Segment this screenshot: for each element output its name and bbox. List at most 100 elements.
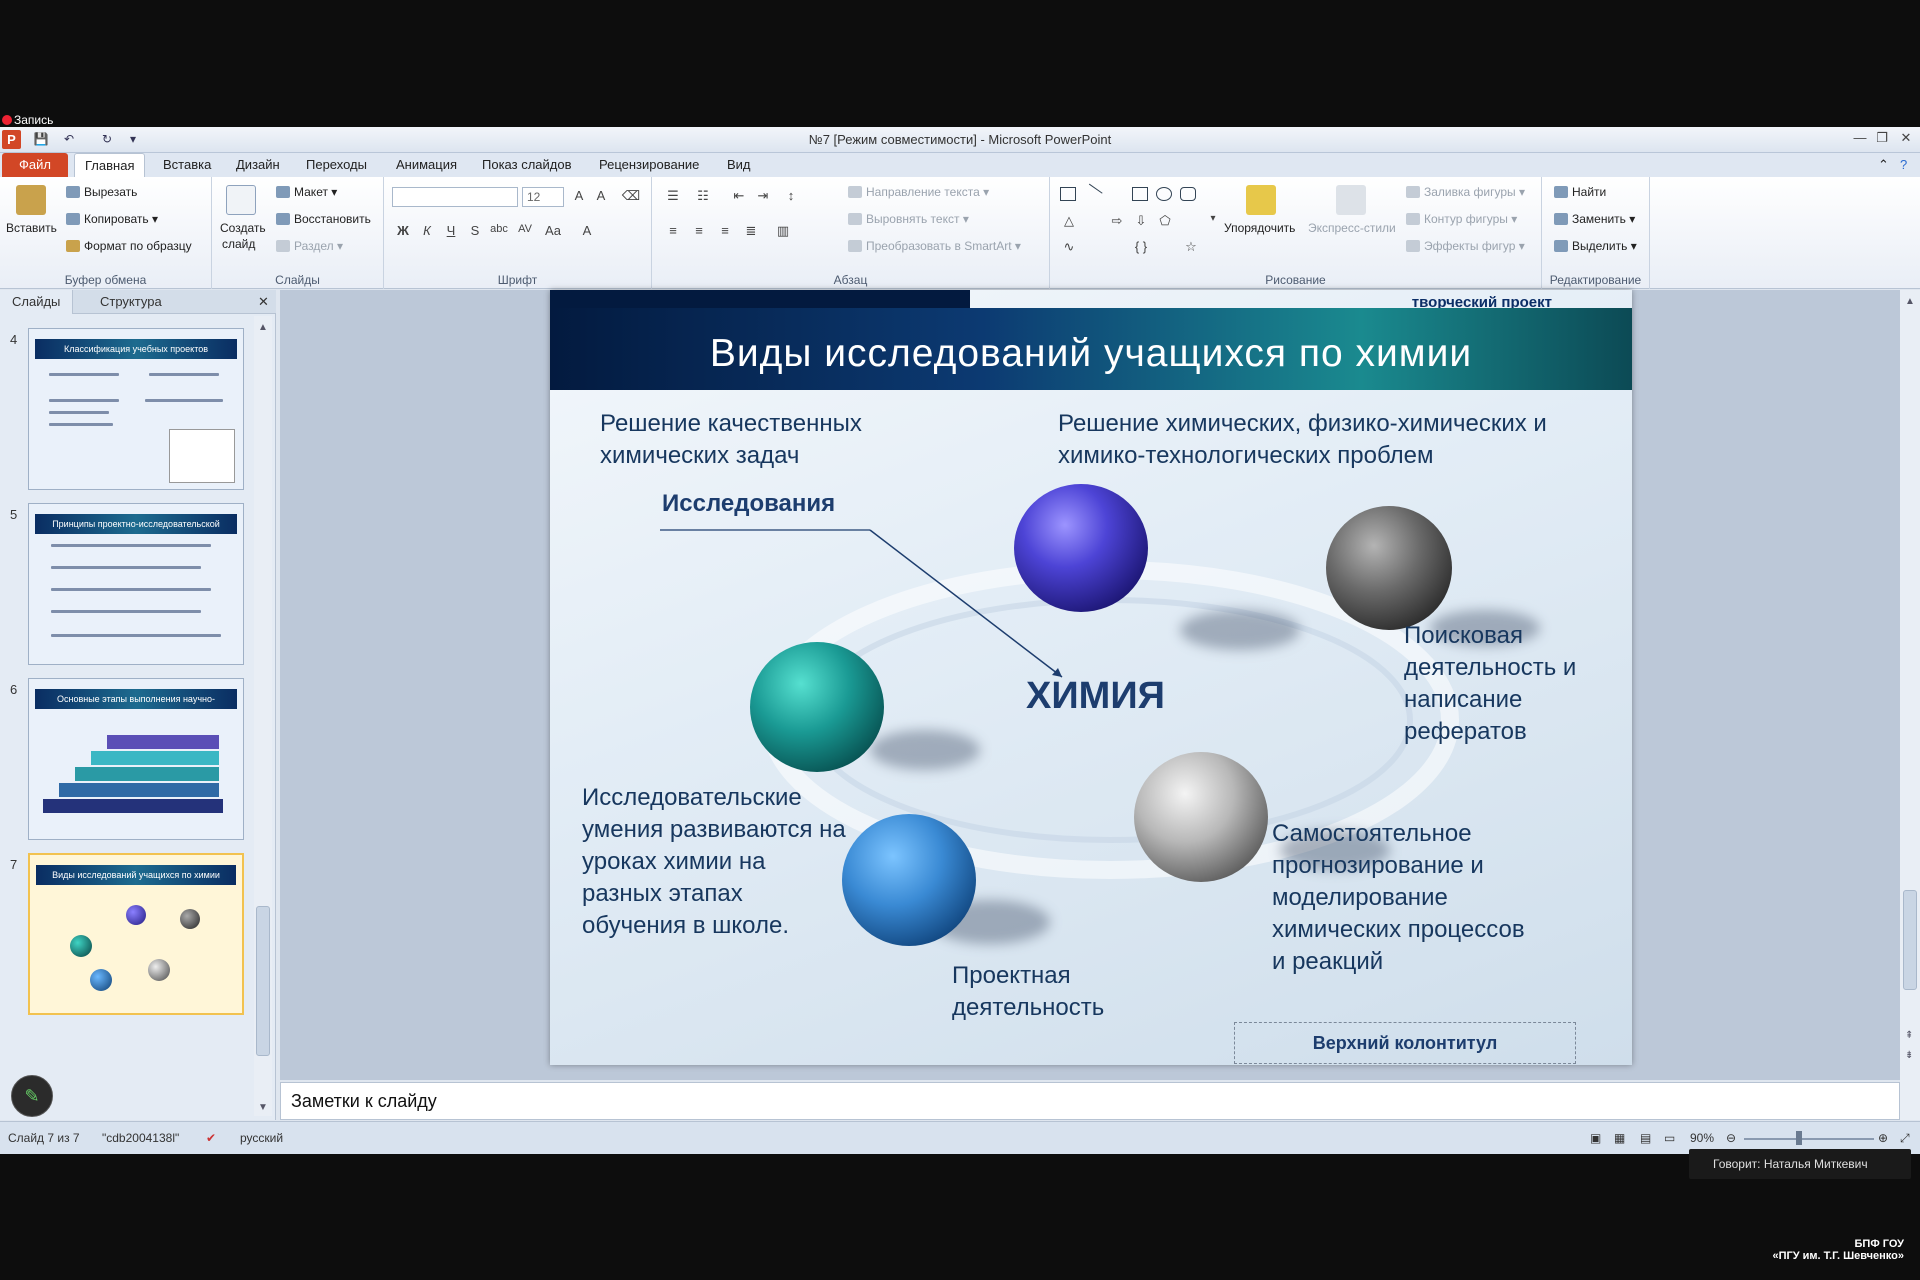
- tab-outline[interactable]: Структура: [88, 290, 174, 314]
- font-color-icon[interactable]: A: [576, 223, 598, 238]
- header-placeholder[interactable]: Верхний колонтитул: [1234, 1022, 1576, 1064]
- panel-scrollbar[interactable]: ▲ ▼: [254, 316, 272, 1116]
- shape-outline-button[interactable]: Контур фигуры ▾: [1406, 212, 1517, 226]
- section-button[interactable]: Раздел ▾: [276, 239, 343, 253]
- status-language[interactable]: русский: [240, 1131, 283, 1145]
- cut-button[interactable]: Вырезать: [66, 185, 137, 199]
- next-slide-icon[interactable]: ⇟: [1905, 1050, 1913, 1061]
- arrange-button[interactable]: Упорядочить: [1224, 221, 1295, 235]
- shrink-font-icon[interactable]: A: [590, 188, 612, 203]
- font-name-box[interactable]: [392, 187, 518, 207]
- align-text-button[interactable]: Выровнять текст ▾: [848, 212, 969, 226]
- line-shape-icon[interactable]: [1081, 183, 1103, 205]
- help-icon[interactable]: ?: [1890, 153, 1917, 177]
- shape-effects-button[interactable]: Эффекты фигур ▾: [1406, 239, 1525, 253]
- slide-thumbnail-7[interactable]: Виды исследований учащихся по химии: [28, 853, 244, 1015]
- underline-icon[interactable]: Ч: [440, 223, 462, 238]
- scroll-down-icon[interactable]: ▼: [258, 1102, 268, 1113]
- arrow-right-shape-icon[interactable]: ⇨: [1106, 213, 1128, 229]
- tab-design[interactable]: Дизайн: [226, 153, 290, 177]
- oval-shape-icon[interactable]: [1156, 187, 1172, 201]
- shadow-icon[interactable]: S: [464, 223, 486, 238]
- triangle-shape-icon[interactable]: △: [1058, 213, 1080, 229]
- rectangle-shape-icon[interactable]: [1132, 187, 1148, 201]
- increase-indent-icon[interactable]: ⇥: [752, 188, 774, 204]
- spacing-icon[interactable]: AV: [514, 223, 536, 235]
- scroll-up-icon[interactable]: ▲: [1905, 296, 1915, 307]
- shapes-more-icon[interactable]: ▾: [1202, 213, 1224, 224]
- paste-icon[interactable]: [16, 185, 46, 215]
- decrease-indent-icon[interactable]: ⇤: [728, 188, 750, 204]
- text-research-skills[interactable]: Исследовательские умения развиваются на …: [582, 782, 852, 942]
- close-panel-icon[interactable]: ✕: [246, 290, 281, 314]
- layout-button[interactable]: Макет ▾: [276, 185, 337, 199]
- text-project-activity[interactable]: Проектная деятельность: [952, 960, 1172, 1024]
- line-spacing-icon[interactable]: ↕: [780, 188, 802, 203]
- previous-slide-icon[interactable]: ⇞: [1905, 1030, 1913, 1041]
- slide-thumbnail-4[interactable]: Классификация учебных проектов исследова…: [28, 328, 244, 490]
- change-case-icon[interactable]: Aa: [542, 223, 564, 238]
- reading-view-icon[interactable]: ▤: [1640, 1131, 1651, 1145]
- tab-file[interactable]: Файл: [2, 153, 68, 177]
- format-painter-button[interactable]: Формат по образцу: [66, 239, 192, 253]
- text-forecasting[interactable]: Самостоятельное прогнозирование и модели…: [1272, 818, 1532, 978]
- quick-styles-icon[interactable]: [1336, 185, 1366, 215]
- slide-thumbnail-6[interactable]: Основные этапы выполнения научно-исследо…: [28, 678, 244, 840]
- reset-button[interactable]: Восстановить: [276, 212, 371, 226]
- new-slide-button-line1[interactable]: Создать: [220, 221, 266, 235]
- tab-animations[interactable]: Анимация: [386, 153, 467, 177]
- zoom-level[interactable]: 90%: [1690, 1131, 1714, 1145]
- panel-scroll-thumb[interactable]: [256, 906, 270, 1056]
- align-center-icon[interactable]: ≡: [688, 223, 710, 238]
- arrange-icon[interactable]: [1246, 185, 1276, 215]
- minimize-icon[interactable]: —: [1850, 130, 1870, 145]
- align-right-icon[interactable]: ≡: [714, 223, 736, 238]
- sorter-view-icon[interactable]: ▦: [1614, 1131, 1625, 1145]
- close-icon[interactable]: ✕: [1896, 130, 1916, 146]
- tab-insert[interactable]: Вставка: [153, 153, 221, 177]
- slideshow-view-icon[interactable]: ▭: [1664, 1131, 1675, 1145]
- new-slide-icon[interactable]: [226, 185, 256, 215]
- bold-icon[interactable]: Ж: [392, 223, 414, 238]
- scroll-up-icon[interactable]: ▲: [258, 322, 268, 333]
- tab-review[interactable]: Рецензирование: [589, 153, 709, 177]
- shape-fill-button[interactable]: Заливка фигуры ▾: [1406, 185, 1525, 199]
- text-quality-tasks[interactable]: Решение качественных химических задач: [600, 408, 930, 472]
- notes-pane[interactable]: Заметки к слайду: [280, 1082, 1900, 1120]
- select-button[interactable]: Выделить ▾: [1554, 239, 1637, 253]
- copy-button[interactable]: Копировать ▾: [66, 212, 158, 226]
- rounded-rect-shape-icon[interactable]: [1180, 187, 1196, 201]
- strike-icon[interactable]: abc: [488, 223, 510, 235]
- pen-icon[interactable]: ✎: [11, 1075, 53, 1117]
- find-button[interactable]: Найти: [1554, 185, 1606, 199]
- slide-thumbnail-5[interactable]: Принципы проектно-исследовательской деят…: [28, 503, 244, 665]
- tab-slideshow[interactable]: Показ слайдов: [472, 153, 582, 177]
- italic-icon[interactable]: К: [416, 223, 438, 238]
- text-research[interactable]: Исследования: [662, 488, 835, 520]
- restore-icon[interactable]: ❐: [1872, 130, 1892, 146]
- fit-slide-icon[interactable]: ⤢: [1900, 1131, 1910, 1146]
- text-search-activity[interactable]: Поисковая деятельность и написание рефер…: [1404, 620, 1614, 748]
- tab-slides[interactable]: Слайды: [0, 290, 74, 314]
- zoom-in-icon[interactable]: ⊕: [1878, 1131, 1888, 1145]
- text-chemical-problems[interactable]: Решение химических, физико-химических и …: [1058, 408, 1618, 472]
- zoom-out-icon[interactable]: ⊖: [1726, 1131, 1736, 1145]
- star-shape-icon[interactable]: ☆: [1180, 239, 1202, 255]
- numbering-icon[interactable]: ☷: [692, 188, 714, 204]
- status-theme[interactable]: "cdb2004138l": [102, 1131, 179, 1145]
- paste-button[interactable]: Вставить: [6, 221, 57, 235]
- bullets-icon[interactable]: ☰: [662, 188, 684, 204]
- smartart-button[interactable]: Преобразовать в SmartArt ▾: [848, 239, 1021, 253]
- quick-styles-button[interactable]: Экспресс-стили: [1308, 221, 1396, 235]
- pentagon-shape-icon[interactable]: ⬠: [1154, 213, 1176, 229]
- normal-view-icon[interactable]: ▣: [1590, 1131, 1601, 1145]
- text-direction-button[interactable]: Направление текста ▾: [848, 185, 989, 199]
- tab-transitions[interactable]: Переходы: [296, 153, 377, 177]
- justify-icon[interactable]: ≣: [740, 223, 762, 239]
- textbox-shape-icon[interactable]: [1060, 187, 1076, 201]
- zoom-slider[interactable]: [1744, 1138, 1874, 1140]
- tab-home[interactable]: Главная: [74, 153, 146, 177]
- curve-shape-icon[interactable]: ∿: [1058, 239, 1080, 255]
- replace-button[interactable]: Заменить ▾: [1554, 212, 1635, 226]
- text-chemistry[interactable]: ХИМИЯ: [1026, 674, 1165, 718]
